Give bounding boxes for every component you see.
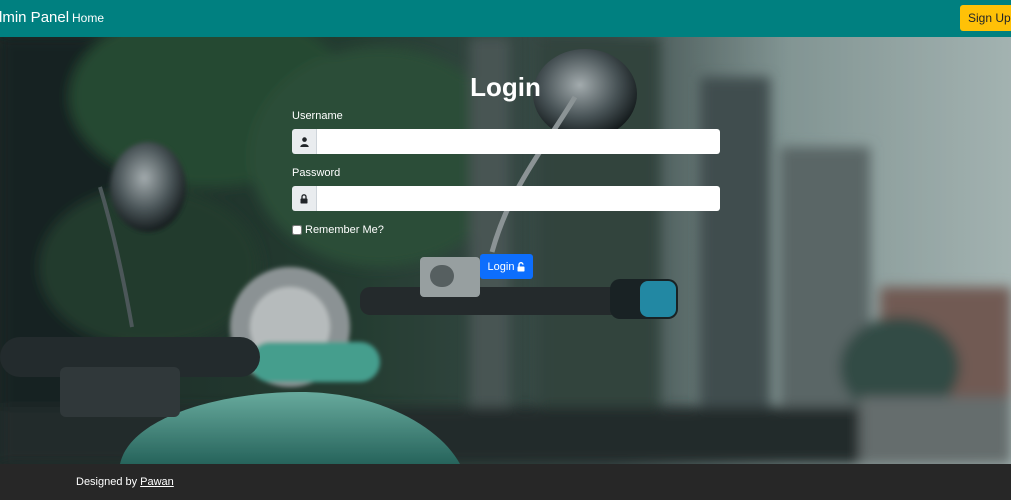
signup-label: Sign Up <box>968 11 1011 25</box>
unlock-icon <box>517 261 525 272</box>
footer: Designed by Pawan <box>0 464 1011 500</box>
brand-logo[interactable]: Admin Panel <box>0 9 69 26</box>
remember-me-checkbox[interactable] <box>292 225 302 235</box>
nav-home-link[interactable]: Home <box>72 11 104 25</box>
lock-icon <box>292 186 317 211</box>
login-title: Login <box>470 72 541 102</box>
password-label: Password <box>292 167 341 179</box>
signup-button[interactable]: Sign Up <box>960 5 1011 31</box>
login-form: Login Username Password Remember Me? Log… <box>0 0 1011 464</box>
username-input[interactable] <box>317 129 720 154</box>
remember-me: Remember Me? <box>292 224 384 236</box>
user-icon <box>292 129 317 154</box>
remember-me-label: Remember Me? <box>305 224 384 236</box>
footer-label: Designed by <box>76 476 138 488</box>
footer-author-link[interactable]: Pawan <box>140 476 174 488</box>
password-input-group <box>292 186 720 211</box>
username-input-group <box>292 129 720 154</box>
navbar: Admin Panel Home Sign Up <box>0 0 1011 37</box>
footer-credit: Designed by Pawan <box>76 476 174 488</box>
login-button[interactable]: Login <box>480 254 533 279</box>
password-input[interactable] <box>317 186 720 211</box>
login-button-label: Login <box>487 260 515 273</box>
username-label: Username <box>292 110 343 122</box>
